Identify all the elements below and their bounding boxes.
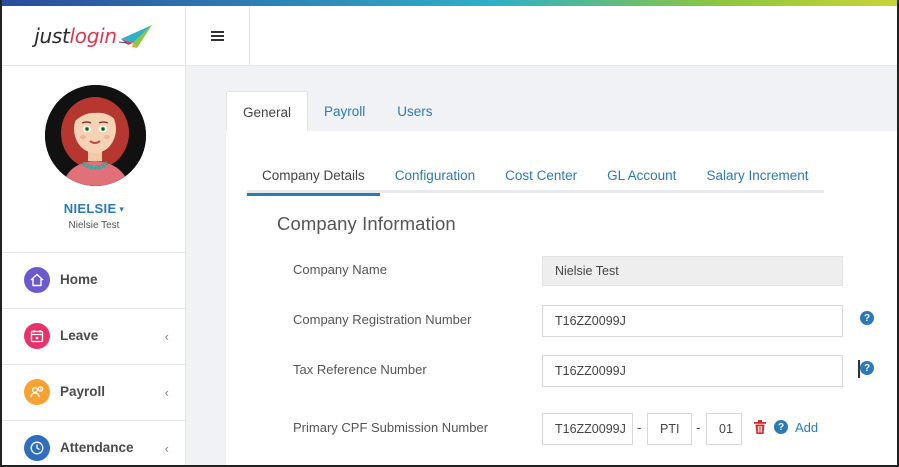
window-frame <box>0 0 899 467</box>
